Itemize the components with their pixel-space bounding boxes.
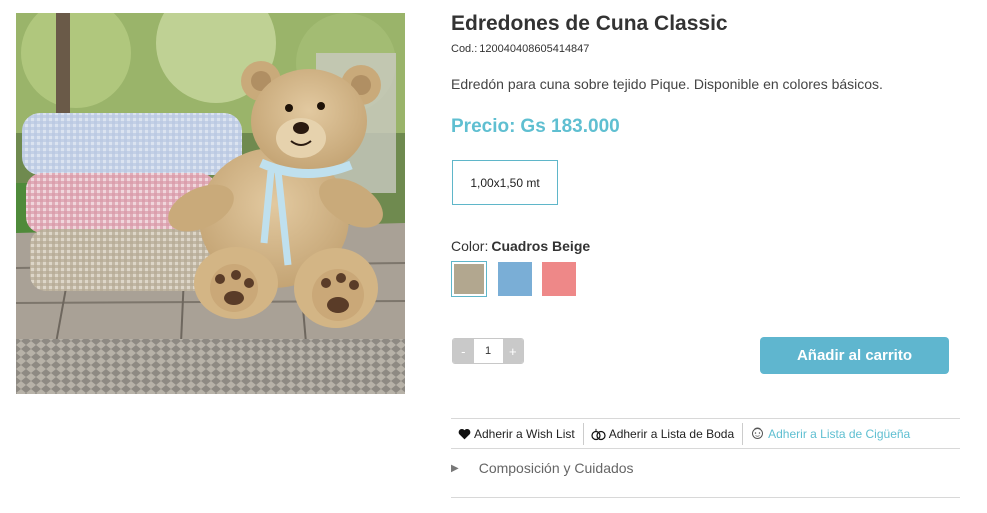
color-swatch-blue[interactable] (498, 262, 532, 296)
list-links-row: Adherir a Wish List Adherir a Lista de B… (451, 420, 918, 448)
quantity-increase-button[interactable]: + (502, 339, 523, 363)
divider-middle (451, 448, 960, 449)
add-to-stork-list-link[interactable]: Adherir a Lista de Cigüeña (742, 423, 918, 445)
divider-top (451, 418, 960, 419)
rings-icon (591, 428, 606, 440)
divider-bottom (451, 497, 960, 498)
product-price: Precio: Gs 183.000 (451, 116, 620, 138)
color-selection-label: Color: Cuadros Beige (451, 238, 590, 254)
stork-list-label: Adherir a Lista de Cigüeña (768, 427, 911, 441)
product-description: Edredón para cuna sobre tejido Pique. Di… (451, 76, 883, 92)
quantity-input[interactable] (473, 339, 503, 363)
add-to-cart-button[interactable]: Añadir al carrito (760, 337, 949, 374)
quantity-decrease-button[interactable]: - (453, 339, 474, 363)
heart-icon (458, 428, 471, 440)
baby-icon (752, 427, 764, 439)
wedding-list-label: Adherir a Lista de Boda (608, 427, 735, 441)
product-code: Cod.: 120040408605414847 (451, 43, 589, 55)
color-selected-value: Cuadros Beige (491, 238, 591, 254)
color-label: Color: (451, 238, 489, 254)
add-to-wedding-list-link[interactable]: Adherir a Lista de Boda (582, 423, 742, 445)
triangle-right-icon: ▶ (451, 462, 459, 474)
color-swatch-pink[interactable] (542, 262, 576, 296)
product-title: Edredones de Cuna Classic (451, 12, 728, 35)
size-option-button[interactable]: 1,00x1,50 mt (452, 160, 558, 205)
product-image (16, 13, 405, 394)
product-code-value: 120040408605414847 (479, 43, 590, 55)
color-swatch-beige[interactable] (451, 261, 487, 297)
price-value: Gs 183.000 (520, 116, 620, 137)
product-code-label: Cod.: (451, 43, 478, 55)
wishlist-label: Adherir a Wish List (474, 427, 575, 441)
product-info: Edredones de Cuna Classic Cod.: 120040408… (451, 0, 961, 513)
composition-label: Composición y Cuidados (478, 460, 634, 476)
price-label: Precio: (451, 116, 516, 137)
quantity-stepper: - + (452, 338, 524, 364)
add-to-wishlist-link[interactable]: Adherir a Wish List (451, 423, 583, 445)
composition-accordion[interactable]: ▶ Composición y Cuidados (451, 460, 634, 476)
